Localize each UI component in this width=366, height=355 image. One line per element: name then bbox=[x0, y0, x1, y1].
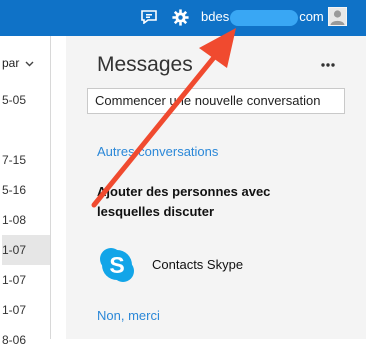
top-bar: bdes com bbox=[0, 0, 366, 36]
account-prefix: bdes bbox=[201, 9, 230, 24]
skype-contacts-label: Contacts Skype bbox=[152, 257, 244, 272]
list-item-date[interactable]: 5-05 bbox=[2, 85, 50, 115]
gear-icon[interactable] bbox=[172, 9, 189, 26]
panel-title: Messages bbox=[97, 53, 193, 76]
sort-dropdown[interactable]: par bbox=[2, 56, 34, 70]
new-conversation-input[interactable]: Commencer une nouvelle conversation bbox=[87, 88, 345, 114]
list-item-date[interactable]: 7-15 bbox=[2, 145, 50, 175]
list-item-date[interactable]: 8-06 bbox=[2, 325, 50, 355]
add-people-heading: Ajouter des personnes avec lesquelles di… bbox=[97, 184, 271, 219]
redaction-mark bbox=[230, 9, 299, 26]
no-thanks-link[interactable]: Non, merci bbox=[97, 308, 160, 323]
list-item-date[interactable]: 1-07 bbox=[2, 265, 50, 295]
list-item-date[interactable]: 5-16 bbox=[2, 175, 50, 205]
list-item-date[interactable]: 1-07 bbox=[2, 295, 50, 325]
svg-text:S: S bbox=[109, 252, 124, 278]
skype-logo-icon: S bbox=[100, 248, 134, 282]
more-dots-icon[interactable] bbox=[320, 62, 336, 68]
account-suffix: com bbox=[299, 9, 324, 24]
list-item-date[interactable]: 1-08 bbox=[2, 205, 50, 235]
avatar-icon[interactable] bbox=[328, 7, 347, 26]
messages-panel: Messages Commencer une nouvelle conversa… bbox=[66, 36, 366, 339]
chevron-down-icon bbox=[25, 61, 34, 67]
sort-label: par bbox=[2, 56, 20, 70]
conversation-list: par 5-05 7-15 5-16 1-08 1-07 1-07 1-07 8… bbox=[0, 36, 51, 347]
chat-icon[interactable] bbox=[141, 10, 157, 24]
other-conversations-link[interactable]: Autres conversations bbox=[97, 144, 218, 159]
account-name[interactable]: bdes com bbox=[201, 9, 324, 26]
list-item-date[interactable]: 1-07 bbox=[2, 235, 50, 265]
